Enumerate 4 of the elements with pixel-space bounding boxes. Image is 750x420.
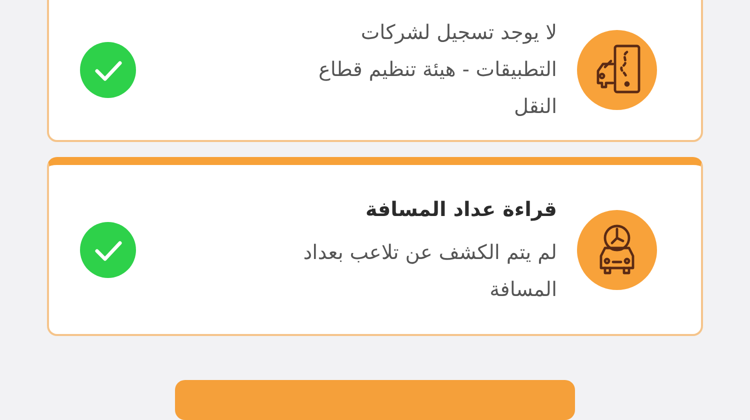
card-title: قراءة عداد المسافة <box>364 196 557 223</box>
card-description: لم يتم الكشف عن تلاعب بعداد المسافة <box>302 238 557 303</box>
action-button[interactable] <box>175 380 575 420</box>
card-description: لا يوجد تسجيل لشركات التطبيقات - هيئة تنظيم قطاع النقل <box>317 19 557 120</box>
